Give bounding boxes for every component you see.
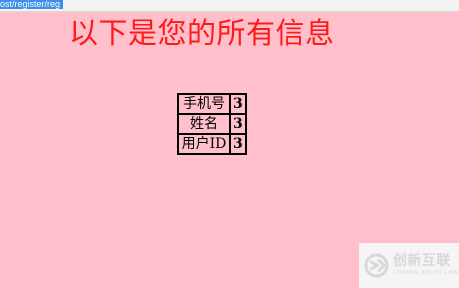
watermark-icon [364,253,389,278]
watermark-logo: 创新互联 CHUANG XIN HU LIAN [359,243,459,288]
phone-value: 3 [230,94,246,114]
name-value: 3 [230,114,246,134]
table-row-name: 姓名 3 [178,114,246,134]
user-id-value: 3 [230,134,246,154]
name-label: 姓名 [178,114,230,134]
page: { "browser": { "url_fragment": "ost/regi… [0,0,459,288]
watermark-name: 创新互联 [393,253,451,269]
user-info-table: 手机号 3 姓名 3 用户ID 3 [177,93,247,155]
page-title: 以下是您的所有信息 [69,16,335,50]
phone-label: 手机号 [178,94,230,114]
url-text[interactable]: ost/register/reg [0,0,64,9]
watermark-subtitle: CHUANG XIN HU LIAN [393,270,459,276]
table-row-user-id: 用户ID 3 [178,134,246,154]
address-bar[interactable]: ost/register/reg [0,0,459,12]
table-row-phone: 手机号 3 [178,94,246,114]
user-id-label: 用户ID [178,134,230,154]
